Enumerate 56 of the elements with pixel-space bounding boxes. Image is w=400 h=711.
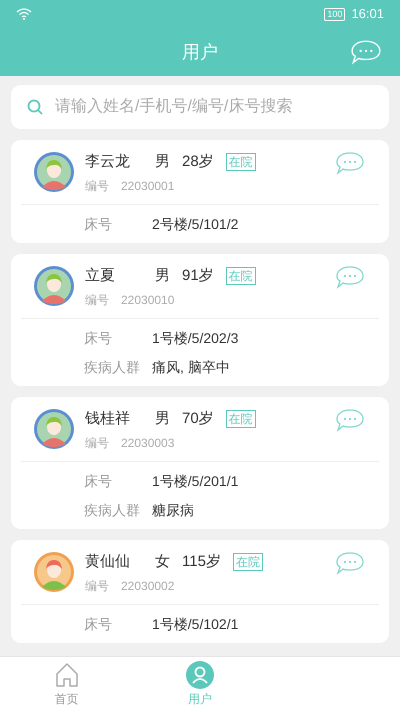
patient-age: 70岁: [182, 408, 214, 429]
chat-icon[interactable]: [335, 551, 365, 575]
patient-id: 22030010: [121, 292, 174, 309]
id-label: 编号: [85, 578, 109, 595]
detail-value: 2号楼/5/101/2: [152, 215, 238, 234]
id-label: 编号: [85, 292, 109, 309]
search-field[interactable]: 请输入姓名/手机号/编号/床号搜索: [11, 85, 389, 129]
avatar-icon: [33, 265, 75, 307]
patient-gender: 男: [155, 152, 171, 172]
detail-value: 痛风, 脑卒中: [152, 358, 230, 377]
patient-age: 91岁: [182, 266, 214, 286]
patient-name: 钱桂祥: [85, 408, 131, 429]
detail-label: 床号: [84, 215, 113, 234]
patient-id: 22030003: [121, 435, 174, 452]
clock-time: 16:01: [351, 5, 384, 24]
patient-gender: 男: [155, 408, 171, 429]
patient-name: 立夏: [85, 266, 116, 286]
patient-name: 黄仙仙: [85, 552, 131, 572]
id-label: 编号: [85, 435, 109, 452]
chat-icon[interactable]: [335, 408, 365, 432]
patient-id: 22030001: [121, 178, 174, 195]
avatar-icon: [33, 408, 75, 450]
patient-card[interactable]: 钱桂祥 男 70岁 在院 编号 22030003 床号 1号楼/5/201/1 疾病人群 糖尿病: [11, 397, 389, 529]
detail-value: 1号楼/5/202/3: [152, 329, 238, 348]
avatar-icon: [33, 151, 75, 193]
detail-value: 1号楼/5/102/1: [152, 615, 238, 634]
status-tag: 在院: [226, 153, 256, 171]
detail-label: 床号: [84, 615, 113, 634]
patient-name: 李云龙: [85, 152, 131, 172]
detail-label: 床号: [84, 329, 113, 348]
detail-label: 疾病人群: [84, 501, 141, 520]
patient-card[interactable]: 李云龙 男 28岁 在院 编号 22030001 床号 2号楼/5/101/2: [11, 140, 389, 243]
id-label: 编号: [85, 178, 109, 195]
patient-card[interactable]: 立夏 男 91岁 在院 编号 22030010 床号 1号楼/5/202/3 疾病人群 痛风, 脑卒中: [11, 254, 389, 386]
detail-value: 1号楼/5/201/1: [152, 472, 238, 491]
detail-label: 床号: [84, 472, 113, 491]
patient-age: 115岁: [182, 552, 221, 572]
status-tag: 在院: [232, 553, 263, 571]
status-tag: 在院: [226, 410, 256, 428]
search-icon: [27, 99, 43, 115]
patient-gender: 男: [155, 266, 171, 286]
detail-value: 糖尿病: [152, 501, 194, 520]
patient-card[interactable]: 黄仙仙 女 115岁 在院 编号 22030002 床号 1号楼/5/102/1: [11, 540, 389, 643]
chat-icon[interactable]: [335, 265, 365, 289]
messages-icon[interactable]: [350, 38, 382, 66]
patient-id: 22030002: [121, 578, 174, 595]
battery-indicator: 100: [324, 8, 346, 20]
avatar-icon: [33, 551, 75, 593]
chat-icon[interactable]: [335, 151, 365, 175]
detail-label: 疾病人群: [84, 358, 141, 377]
status-tag: 在院: [226, 267, 256, 285]
user-icon: [186, 660, 214, 688]
wifi-icon: [16, 8, 32, 20]
patient-gender: 女: [155, 552, 171, 572]
page-title: 用户: [182, 40, 218, 64]
patient-age: 28岁: [182, 152, 214, 172]
